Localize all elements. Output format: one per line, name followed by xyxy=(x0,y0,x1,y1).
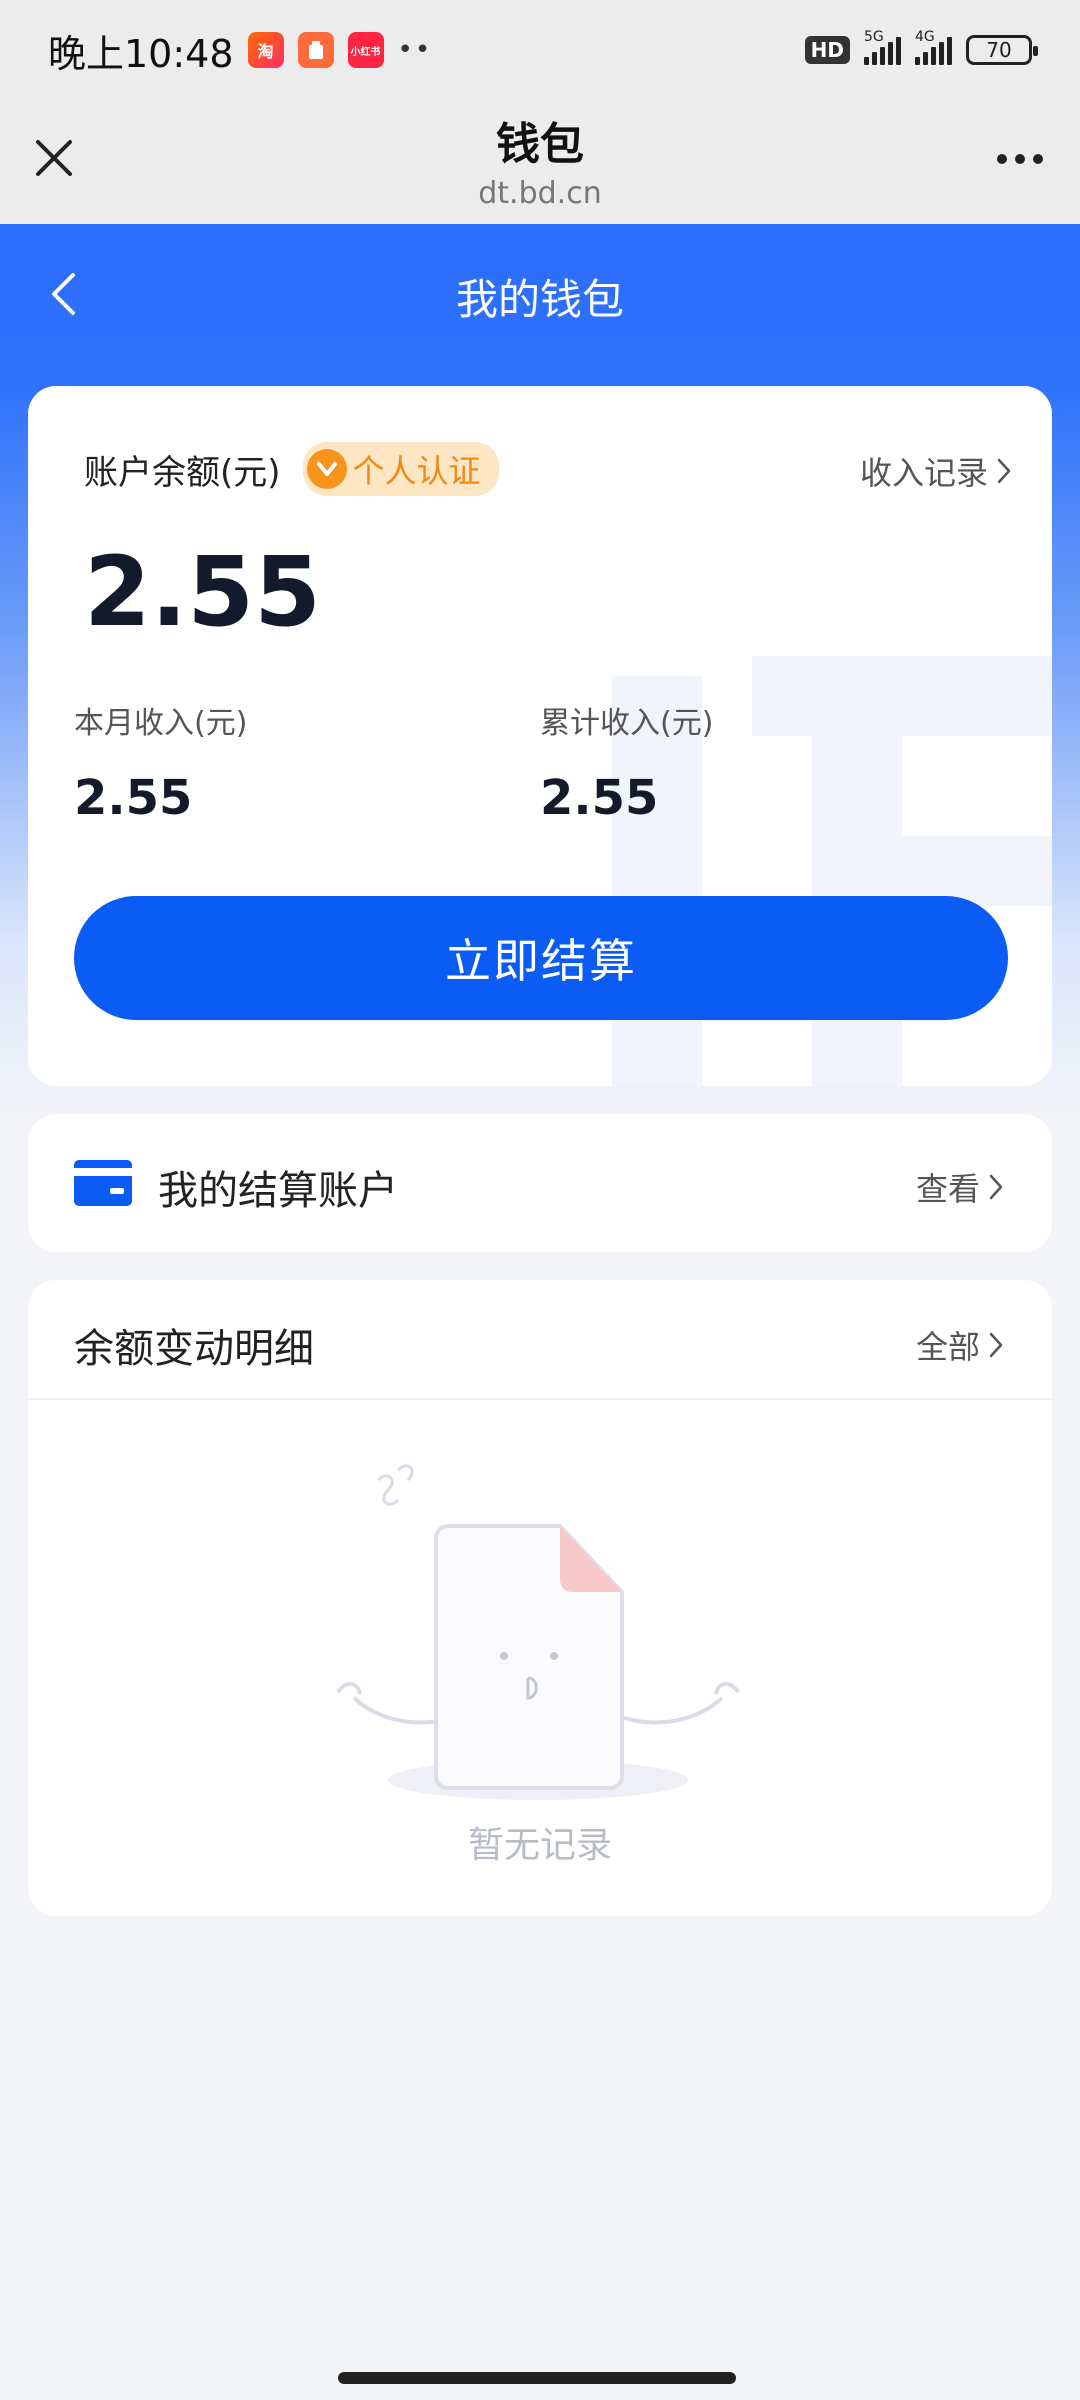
settlement-account-card[interactable]: 我的结算账户 查看 xyxy=(28,1114,1052,1252)
bank-card-icon xyxy=(74,1160,132,1210)
network-type-label: 5G xyxy=(864,29,884,45)
income-record-label: 收入记录 xyxy=(859,454,988,492)
more-notifications-icon: •• xyxy=(397,35,433,65)
taobao-app-icon: 淘 xyxy=(247,32,284,68)
detail-header: 余额变动明细 全部 xyxy=(28,1280,1052,1400)
network-type-label: 4G xyxy=(915,29,935,45)
webview-title: 钱包 xyxy=(496,119,584,170)
balance-card: 账户余额(元) 个人认证 收入记录 2.55 本月收入(元) 2.55 累计收入… xyxy=(28,386,1052,1086)
settle-now-button[interactable]: 立即结算 xyxy=(74,896,1008,1020)
chevron-right-icon xyxy=(997,458,1011,484)
webview-title-group: 钱包 dt.bd.cn xyxy=(0,108,1080,211)
total-income-stat: 累计收入(元) 2.55 xyxy=(540,698,713,826)
signal-4g-icon: 4G xyxy=(915,29,952,65)
status-left: 晚上10:48 淘 小红书 •• xyxy=(48,23,432,78)
hd-voice-icon: HD xyxy=(804,36,850,64)
status-bar: 晚上10:48 淘 小红书 •• HD 5G 4G 70 xyxy=(0,0,1080,100)
all-link-label: 全部 xyxy=(915,1328,980,1366)
chevron-right-icon xyxy=(989,1174,1003,1200)
balance-amount: 2.55 xyxy=(84,536,321,648)
home-indicator[interactable] xyxy=(338,2372,736,2384)
empty-document-illustration xyxy=(318,1430,758,1814)
webview-url: dt.bd.cn xyxy=(478,176,602,211)
status-time: 晚上10:48 xyxy=(48,31,234,76)
settlement-account-title: 我的结算账户 xyxy=(158,1168,398,1214)
personal-verification-badge: 个人认证 xyxy=(302,442,499,496)
view-all-link[interactable]: 全部 xyxy=(916,1322,1004,1368)
battery-icon: 70 xyxy=(966,35,1038,65)
balance-label-row: 账户余额(元) 个人认证 xyxy=(84,442,499,496)
month-income-stat: 本月收入(元) 2.55 xyxy=(74,698,247,826)
status-right: HD 5G 4G 70 xyxy=(804,29,1038,65)
total-income-label: 累计收入(元) xyxy=(540,706,714,741)
verified-v-icon xyxy=(306,449,347,489)
page-title: 我的钱包 xyxy=(455,275,624,324)
xiaohongshu-app-icon: 小红书 xyxy=(347,32,384,68)
verify-badge-label: 个人认证 xyxy=(352,452,481,490)
total-income-value: 2.55 xyxy=(540,770,659,826)
month-income-value: 2.55 xyxy=(74,770,193,826)
chevron-right-icon xyxy=(989,1332,1003,1358)
balance-label: 账户余额(元) xyxy=(84,452,281,493)
more-dots-icon xyxy=(997,154,1007,164)
empty-records-text: 暂无记录 xyxy=(467,1825,612,1866)
signal-5g-icon: 5G xyxy=(864,29,901,65)
page-header: 我的钱包 xyxy=(0,224,1080,364)
balance-detail-card: 余额变动明细 全部 暂无记录 xyxy=(28,1280,1052,1916)
view-account-link[interactable]: 查看 xyxy=(916,1164,1004,1210)
more-options-button[interactable] xyxy=(988,134,1052,184)
webview-titlebar: 钱包 dt.bd.cn xyxy=(0,100,1080,224)
view-link-label: 查看 xyxy=(915,1170,980,1208)
month-income-label: 本月收入(元) xyxy=(74,706,248,741)
balance-detail-title: 余额变动明细 xyxy=(74,1326,314,1372)
income-record-link[interactable]: 收入记录 xyxy=(860,448,1012,494)
notification-app-icon xyxy=(297,32,334,68)
